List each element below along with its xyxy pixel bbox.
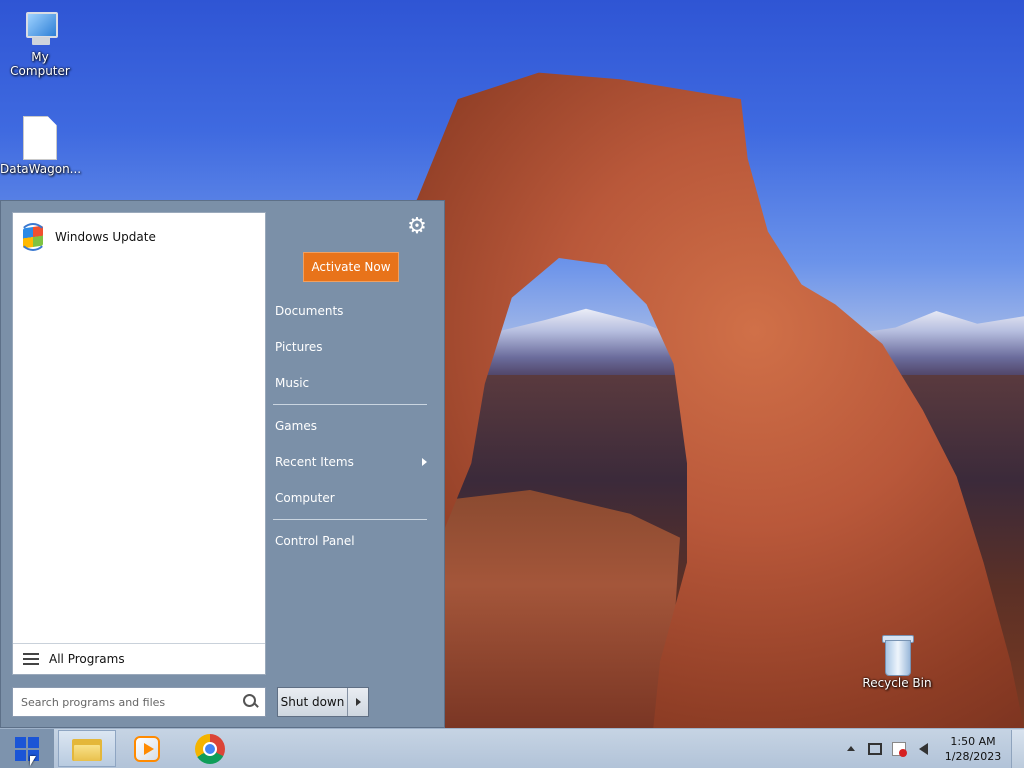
start-link-pictures[interactable]: Pictures xyxy=(267,330,435,364)
wallpaper-rock xyxy=(430,490,680,728)
shutdown-button[interactable]: Shut down xyxy=(278,688,348,716)
all-programs-label: All Programs xyxy=(49,652,125,666)
link-label: Pictures xyxy=(275,340,323,354)
computer-icon xyxy=(20,10,60,48)
chrome-icon xyxy=(195,733,225,764)
chevron-right-icon xyxy=(355,698,361,706)
gear-icon[interactable]: ⚙ xyxy=(405,215,429,239)
programs-panel: Windows Update All Programs xyxy=(12,212,266,675)
start-link-computer[interactable]: Computer xyxy=(267,481,435,515)
link-label: Recent Items xyxy=(275,455,354,469)
show-desktop-button[interactable] xyxy=(1011,729,1024,768)
taskbar-chrome[interactable] xyxy=(181,730,239,767)
chevron-up-icon xyxy=(847,746,855,751)
start-link-control-panel[interactable]: Control Panel xyxy=(267,524,435,558)
search-icon[interactable] xyxy=(239,691,261,713)
file-icon xyxy=(23,116,57,160)
chevron-right-icon xyxy=(422,458,427,466)
file-explorer-icon xyxy=(72,737,102,761)
search-input[interactable] xyxy=(13,690,239,714)
volume-icon[interactable] xyxy=(914,740,932,758)
shutdown-control: Shut down xyxy=(277,687,369,717)
mouse-cursor-icon xyxy=(30,756,36,766)
action-center-icon[interactable] xyxy=(890,740,908,758)
desktop-icon-label: Recycle Bin xyxy=(862,676,932,690)
start-link-documents[interactable]: Documents xyxy=(267,294,435,328)
link-label: Documents xyxy=(275,304,344,318)
all-programs-button[interactable]: All Programs xyxy=(13,643,265,674)
link-label: Games xyxy=(275,419,317,433)
start-link-recent-items[interactable]: Recent Items xyxy=(267,445,435,479)
taskbar-file-explorer[interactable] xyxy=(58,730,116,767)
search-box xyxy=(12,687,266,717)
clock-date: 1/28/2023 xyxy=(944,749,1002,763)
link-label: Music xyxy=(275,376,310,390)
desktop-icon-my-computer[interactable]: My Computer xyxy=(0,10,80,78)
desktop-icon-datawagon[interactable]: DataWagon... xyxy=(0,116,82,176)
hamburger-icon xyxy=(23,653,39,665)
link-label: Control Panel xyxy=(275,534,355,548)
taskbar-media-player[interactable] xyxy=(118,730,176,767)
link-label: Computer xyxy=(275,491,335,505)
system-tray: 1:50 AM 1/28/2023 xyxy=(839,729,1024,768)
start-link-games[interactable]: Games xyxy=(267,409,435,443)
start-button[interactable] xyxy=(0,729,54,768)
clock-time: 1:50 AM xyxy=(950,734,996,748)
network-icon[interactable] xyxy=(866,740,884,758)
shutdown-options-button[interactable] xyxy=(348,688,368,716)
show-hidden-icons-button[interactable] xyxy=(842,740,860,758)
desktop-icon-label: My Computer xyxy=(10,50,70,78)
activate-now-button[interactable]: Activate Now xyxy=(303,252,399,282)
program-item-windows-update[interactable]: Windows Update xyxy=(19,221,259,253)
start-menu: Windows Update All Programs ⚙ Activate N… xyxy=(0,200,445,728)
desktop-icon-label: DataWagon... xyxy=(0,162,82,176)
separator xyxy=(273,519,427,520)
windows-update-icon xyxy=(19,223,47,251)
start-link-music[interactable]: Music xyxy=(267,366,435,400)
program-label: Windows Update xyxy=(55,230,156,244)
desktop-icon-recycle-bin[interactable]: Recycle Bin xyxy=(857,632,937,690)
media-player-icon xyxy=(134,735,160,762)
taskbar: 1:50 AM 1/28/2023 xyxy=(0,728,1024,768)
separator xyxy=(273,404,427,405)
clock[interactable]: 1:50 AM 1/28/2023 xyxy=(941,734,1005,764)
recycle-bin-icon xyxy=(882,632,914,676)
